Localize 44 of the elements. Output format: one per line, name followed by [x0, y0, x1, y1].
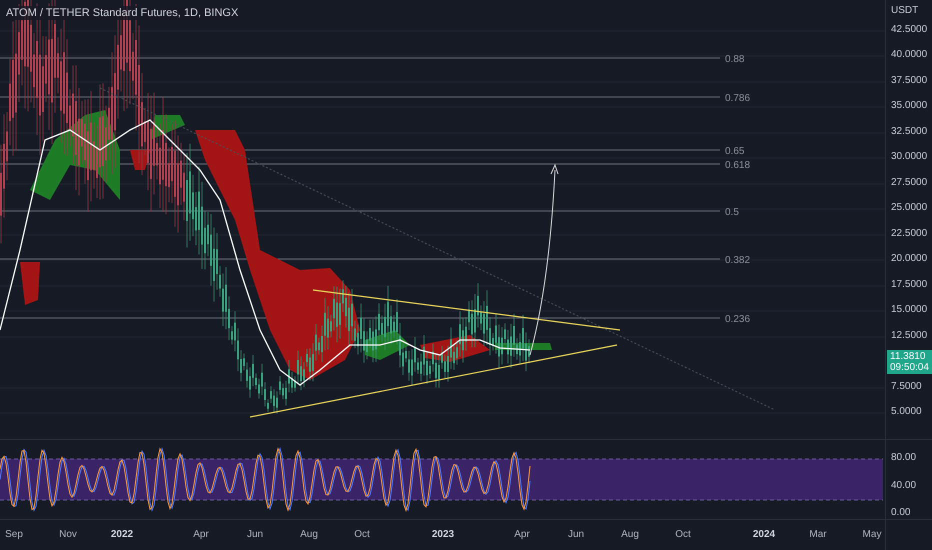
oscillator-axis-label: 0.00: [891, 507, 910, 518]
time-axis-label: 2023: [432, 529, 454, 540]
time-axis-label: Sep: [5, 529, 23, 540]
time-axis-label: Jun: [246, 529, 264, 540]
price-axis-label: 5.0000: [891, 406, 922, 417]
time-axis-label: Aug: [621, 529, 639, 540]
time-axis-label: Oct: [675, 529, 691, 540]
price-axis-label: 12.5000: [891, 330, 928, 341]
price-axis-label: 25.0000: [891, 202, 928, 213]
oscillator-axis-label: 80.00: [891, 452, 916, 463]
currency-label: USDT: [891, 5, 918, 16]
price-axis-label: 27.5000: [891, 177, 928, 188]
time-axis-label: Apr: [514, 529, 530, 540]
chart-title: ATOM / TETHER Standard Futures, 1D, BINGX: [3, 6, 242, 20]
time-axis-label: Aug: [300, 529, 318, 540]
price-axis-label: 20.0000: [891, 253, 928, 264]
time-axis-label: 2024: [752, 529, 776, 540]
price-axis-label: 35.0000: [891, 100, 928, 111]
fib-level-label: 0.65: [725, 146, 744, 157]
fib-level-label: 0.618: [725, 160, 750, 171]
bar-countdown: 09:50:04: [890, 362, 929, 373]
time-axis-label: Oct: [354, 529, 370, 540]
price-axis-label: 42.5000: [891, 24, 928, 35]
fib-level-label: 0.5: [725, 207, 739, 218]
price-axis-label: 22.5000: [891, 228, 928, 239]
price-axis-label: 37.5000: [891, 75, 928, 86]
fib-level-label: 0.382: [725, 255, 750, 266]
fib-level-label: 0.786: [725, 93, 750, 104]
time-axis-label: Jun: [568, 529, 584, 540]
time-axis-label: Apr: [193, 529, 209, 540]
oscillator-axis-label: 40.00: [891, 480, 916, 491]
price-axis-label: 40.0000: [891, 49, 928, 60]
price-axis-label: 15.0000: [891, 304, 928, 315]
time-axis-label: 2022: [110, 529, 134, 540]
price-axis-label: 17.5000: [891, 279, 928, 290]
last-price: 11.3810: [890, 351, 926, 362]
time-axis-label: May: [862, 529, 882, 540]
fib-level-label: 0.236: [725, 314, 750, 325]
price-axis-label: 7.5000: [891, 381, 922, 392]
price-axis-label: 32.5000: [891, 126, 928, 137]
price-axis-label: 30.0000: [891, 151, 928, 162]
time-axis-label: Mar: [809, 529, 827, 540]
fib-level-label: 0.88: [725, 54, 744, 65]
time-axis-label: Nov: [59, 529, 77, 540]
